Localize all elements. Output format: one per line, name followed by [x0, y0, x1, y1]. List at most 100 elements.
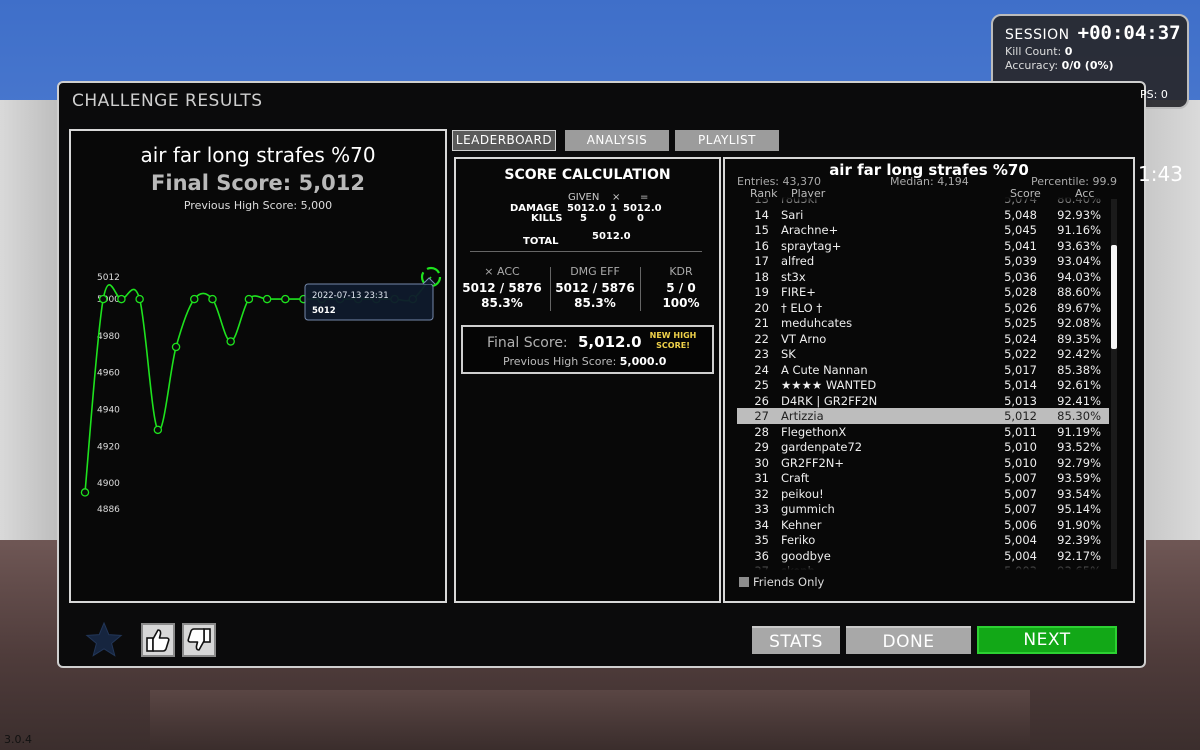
row-score: 5,010	[1004, 440, 1037, 454]
scene-wall-left	[0, 100, 58, 540]
tab-leaderboard[interactable]: LEADERBOARD	[452, 130, 556, 151]
row-player: ★★★★ WANTED	[781, 378, 877, 392]
calc-stat-accuracy: × ACC 5012 / 5876 85.3%	[460, 265, 544, 310]
friends-only-toggle[interactable]: Friends Only	[739, 575, 824, 589]
data-point[interactable]	[262, 294, 272, 304]
data-point[interactable]	[80, 488, 90, 497]
row-player: D4RK | GR2FF2N	[781, 393, 878, 408]
data-point[interactable]	[98, 294, 108, 304]
calc-previous-high: Previous High Score: 5,000.0	[503, 355, 666, 368]
table-row[interactable]: 32 peikou! 5,007 93.54%	[737, 486, 1109, 502]
row-acc: 92.93%	[1057, 207, 1101, 222]
stats-button[interactable]: STATS	[752, 626, 840, 654]
data-point[interactable]	[281, 294, 290, 304]
table-row[interactable]: 17 alfred 5,039 93.04%	[737, 253, 1109, 269]
row-score: 5,041	[1004, 238, 1037, 253]
data-point[interactable]	[171, 342, 181, 352]
row-score: 5,025	[1004, 316, 1037, 330]
table-row[interactable]: 34 Kehner 5,006 91.90%	[737, 517, 1109, 533]
data-point[interactable]	[135, 294, 144, 304]
table-row[interactable]: 29 gardenpate72 5,010 93.52%	[737, 439, 1109, 455]
row-acc: 92.79%	[1057, 455, 1101, 470]
row-acc: 93.63%	[1057, 238, 1101, 253]
graph-title: air far long strafes %70	[140, 143, 376, 167]
table-row[interactable]: 22 VT Arno 5,024 89.35%	[737, 331, 1109, 347]
row-acc: 91.16%	[1057, 223, 1101, 237]
table-row[interactable]: 24 A Cute Nannan 5,017 85.38%	[737, 362, 1109, 378]
data-point[interactable]	[208, 294, 217, 304]
y-tick-label: 5012	[97, 273, 120, 283]
row-rank: 35	[754, 533, 769, 547]
data-point[interactable]	[226, 337, 235, 346]
y-tick-label: 4940	[97, 406, 120, 416]
tab-analysis[interactable]: ANALYSIS	[565, 130, 669, 151]
thumbs-down-button[interactable]	[182, 623, 216, 657]
done-button[interactable]: DONE	[846, 626, 971, 654]
data-point[interactable]	[190, 294, 199, 304]
row-score: 5,017	[1004, 362, 1037, 377]
friends-only-checkbox[interactable]	[739, 577, 749, 587]
table-row[interactable]: 26 D4RK | GR2FF2N 5,013 92.41%	[737, 393, 1109, 409]
row-rank: 22	[754, 331, 769, 346]
row-acc: 86.40%	[1057, 197, 1101, 206]
table-row[interactable]: 14 Sari 5,048 92.93%	[737, 207, 1109, 223]
session-kill-row: Kill Count: 0	[1005, 45, 1175, 58]
thumbs-up-button[interactable]	[141, 623, 175, 657]
row-rank: 23	[754, 347, 769, 361]
table-row[interactable]: 16 spraytag+ 5,041 93.63%	[737, 238, 1109, 254]
row-rank: 34	[754, 517, 769, 532]
table-row[interactable]: 36 goodbye 5,004 92.17%	[737, 548, 1109, 564]
favorite-star-icon[interactable]	[85, 621, 123, 659]
row-score: 5,010	[1004, 455, 1037, 470]
calc-stat-damage-efficiency: DMG EFF 5012 / 5876 85.3%	[553, 265, 637, 310]
table-row[interactable]: 15 Arachne+ 5,045 91.16%	[737, 222, 1109, 238]
score-history-chart[interactable]: 501250004980496049404920490048862022-07-…	[71, 211, 445, 601]
panel-title: CHALLENGE RESULTS	[72, 91, 263, 111]
table-row[interactable]: 25 ★★★★ WANTED 5,014 92.61%	[737, 377, 1109, 393]
next-button[interactable]: NEXT	[977, 626, 1117, 654]
calc-stat-kdr-label: KDR	[669, 265, 693, 278]
calc-kills-mult: 0	[609, 213, 616, 224]
table-row[interactable]: 19 FIRE+ 5,028 88.60%	[737, 284, 1109, 300]
calc-stat-dmgeff-ratio: 5012 / 5876	[555, 281, 635, 295]
table-row[interactable]: 28 FlegethonX 5,011 91.19%	[737, 424, 1109, 440]
calc-stat-dmgeff-label: DMG EFF	[570, 265, 620, 278]
data-point[interactable]	[153, 425, 163, 435]
row-player: Arachne+	[781, 223, 839, 237]
row-score: 5,013	[1004, 393, 1037, 408]
graph-final-score: Final Score: 5,012	[151, 171, 365, 195]
table-row[interactable]: 21 meduhcates 5,025 92.08%	[737, 315, 1109, 331]
table-row[interactable]: 13 r8u5ki 5,074 86.40%	[737, 197, 1109, 207]
row-acc: 92.42%	[1057, 347, 1101, 361]
row-rank: 27	[754, 409, 769, 423]
calc-total-label: TOTAL	[523, 236, 559, 247]
thumbs-down-icon	[187, 628, 211, 651]
row-acc: 85.38%	[1057, 362, 1101, 377]
data-point[interactable]	[117, 294, 126, 304]
table-row[interactable]: 35 Feriko 5,004 92.39%	[737, 532, 1109, 548]
friends-only-label: Friends Only	[753, 575, 825, 589]
table-row[interactable]: 23 SK 5,022 92.42%	[737, 346, 1109, 362]
table-row[interactable]: 30 GR2FF2N+ 5,010 92.79%	[737, 455, 1109, 471]
row-score: 5,039	[1004, 254, 1037, 268]
chart-tooltip: 2022-07-13 23:31 5012	[304, 277, 436, 321]
table-row[interactable]: 37 skoph 5,00393.65%	[737, 563, 1109, 570]
tab-playlist[interactable]: PLAYLIST	[675, 130, 779, 151]
row-player: gardenpate72	[781, 440, 863, 454]
table-row[interactable]: 20 † ELO † 5,026 89.67%	[737, 300, 1109, 316]
row-score: 5,024	[1004, 331, 1037, 346]
session-kill-value: 0	[1064, 45, 1073, 58]
table-row[interactable]: 31 Craft 5,007 93.59%	[737, 470, 1109, 486]
row-score: 5,022	[1004, 347, 1037, 361]
table-row[interactable]: 18 st3x 5,036 94.03%	[737, 269, 1109, 285]
leaderboard-scrollbar-thumb[interactable]	[1111, 245, 1117, 349]
row-acc: 92.61%	[1057, 378, 1101, 392]
new-high-score-badge: NEW HIGH SCORE!	[649, 331, 697, 350]
leaderboard-list[interactable]: 13 r8u5ki 5,074 86.40% 14 Sari 5,048 92.93% 15 Ar…	[737, 197, 1109, 570]
calc-stat-kdr: KDR 5 / 0 100%	[639, 265, 723, 310]
session-time: +00:04:37	[1077, 22, 1181, 44]
data-point[interactable]	[244, 294, 254, 304]
table-row-current-player[interactable]: 27 Artizzia 5,012 85.30%	[737, 408, 1109, 424]
row-player: A Cute Nannan	[781, 362, 868, 377]
table-row[interactable]: 33 gummich 5,007 95.14%	[737, 501, 1109, 517]
